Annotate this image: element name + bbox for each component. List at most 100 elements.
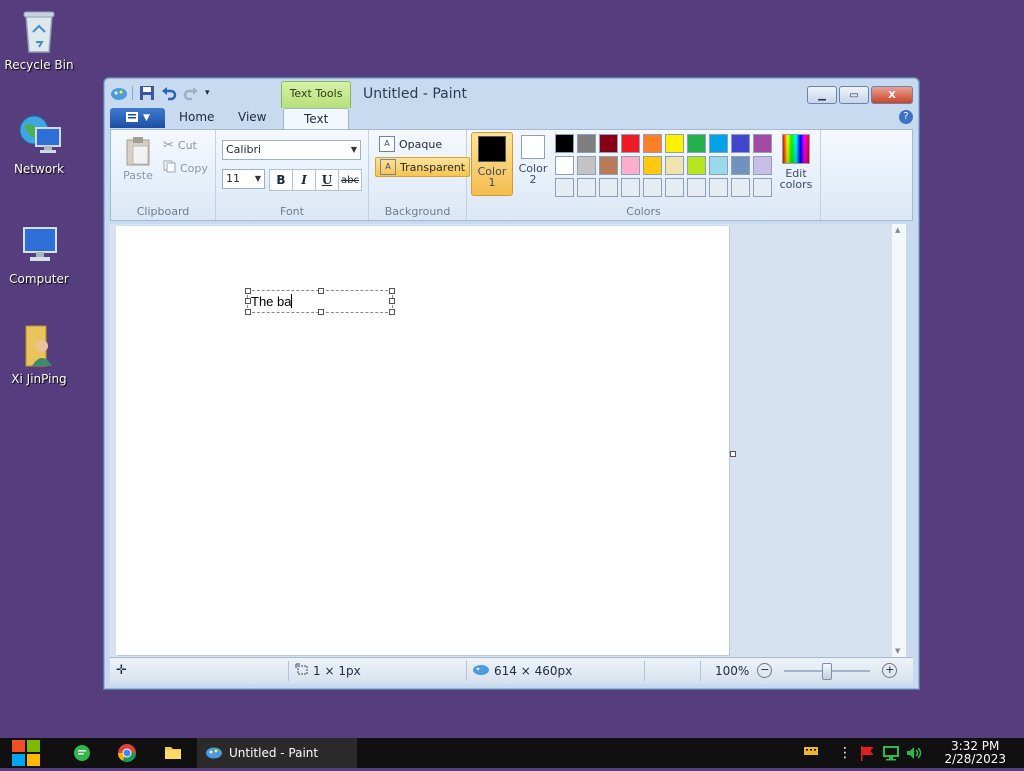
palette-swatch[interactable] <box>687 134 706 153</box>
font-size-chevron-down-icon: ▼ <box>254 174 261 183</box>
copy-button[interactable]: Copy <box>163 160 208 176</box>
keyboard-icon[interactable] <box>803 744 819 762</box>
help-icon[interactable]: ? <box>899 110 913 124</box>
palette-swatch[interactable] <box>665 178 684 197</box>
palette-swatch[interactable] <box>709 134 728 153</box>
more-options-icon[interactable]: ⋮ <box>838 744 852 762</box>
taskbar-app-chat[interactable] <box>72 743 92 763</box>
resize-handle[interactable] <box>389 309 395 315</box>
customize-qat-chevron-icon[interactable]: ▾ <box>205 85 221 101</box>
volume-icon[interactable] <box>905 744 923 762</box>
canvas-resize-handle[interactable] <box>730 451 736 457</box>
text-box[interactable]: The ba <box>245 288 395 315</box>
zoom-slider-thumb[interactable] <box>822 662 833 680</box>
desktop-icon-label: Recycle Bin <box>4 58 74 72</box>
drawing-canvas[interactable]: The ba <box>116 226 729 655</box>
undo-icon[interactable] <box>161 85 177 101</box>
status-divider <box>288 661 289 681</box>
underline-button[interactable]: U <box>315 169 339 191</box>
palette-swatch[interactable] <box>577 134 596 153</box>
resize-handle[interactable] <box>245 309 251 315</box>
palette-swatch[interactable] <box>731 134 750 153</box>
palette-swatch[interactable] <box>621 156 640 175</box>
start-button[interactable] <box>10 738 42 768</box>
palette-swatch[interactable] <box>555 134 574 153</box>
palette-swatch[interactable] <box>709 156 728 175</box>
paste-button[interactable]: Paste <box>119 136 157 182</box>
status-divider <box>700 661 701 681</box>
transparent-option[interactable]: A Transparent <box>375 157 471 177</box>
desktop-icon-computer[interactable]: Computer <box>4 222 74 286</box>
clock[interactable]: 3:32 PM 2/28/2023 <box>944 740 1006 766</box>
palette-swatch[interactable] <box>555 178 574 197</box>
palette-swatch[interactable] <box>621 178 640 197</box>
palette-swatch[interactable] <box>665 156 684 175</box>
palette-swatch[interactable] <box>643 156 662 175</box>
cut-button[interactable]: ✂ Cut <box>163 138 197 153</box>
palette-swatch[interactable] <box>599 178 618 197</box>
palette-swatch[interactable] <box>643 178 662 197</box>
bold-button[interactable]: B <box>269 169 293 191</box>
palette-swatch[interactable] <box>577 178 596 197</box>
paint-menu-button[interactable]: ▼ <box>110 108 165 128</box>
font-family-chevron-down-icon: ▼ <box>350 145 357 154</box>
font-family-select[interactable]: Calibri ▼ <box>222 140 361 160</box>
opaque-option[interactable]: A Opaque <box>375 135 446 153</box>
title-bar[interactable]: ▾ Text Tools Untitled - Paint ▁ ▭ X <box>104 78 919 108</box>
minimize-button[interactable]: ▁ <box>807 86 837 104</box>
color2-button[interactable]: Color 2 <box>515 132 551 194</box>
palette-swatch[interactable] <box>599 134 618 153</box>
recycle-bin-icon <box>16 8 62 54</box>
taskbar-task-paint[interactable]: Untitled - Paint <box>197 738 357 768</box>
edit-colors-button[interactable]: Edit colors <box>779 134 813 190</box>
palette-swatch[interactable] <box>577 156 596 175</box>
network-status-icon[interactable] <box>882 744 900 762</box>
desktop-icon-user-folder[interactable]: Xi JinPing <box>4 322 74 386</box>
resize-handle[interactable] <box>389 288 395 294</box>
scroll-down-icon[interactable]: ▼ <box>895 647 900 655</box>
palette-swatch[interactable] <box>753 178 772 197</box>
italic-button[interactable]: I <box>292 169 316 191</box>
tab-text[interactable]: Text <box>283 108 350 130</box>
save-icon[interactable] <box>139 85 155 101</box>
palette-swatch[interactable] <box>709 178 728 197</box>
close-button[interactable]: X <box>871 86 913 104</box>
palette-swatch[interactable] <box>731 178 750 197</box>
taskbar-app-chrome[interactable] <box>117 743 137 763</box>
palette-swatch[interactable] <box>665 134 684 153</box>
color1-swatch <box>478 136 506 162</box>
tab-view[interactable]: View <box>238 110 266 124</box>
palette-swatch[interactable] <box>731 156 750 175</box>
maximize-button[interactable]: ▭ <box>839 86 869 104</box>
vertical-scrollbar[interactable]: ▲ ▼ <box>892 224 906 657</box>
palette-swatch[interactable] <box>555 156 574 175</box>
palette-swatch[interactable] <box>753 134 772 153</box>
zoom-in-button[interactable]: + <box>882 663 898 678</box>
desktop-icon-network[interactable]: Network <box>4 112 74 176</box>
resize-handle[interactable] <box>318 309 324 315</box>
palette-swatch[interactable] <box>687 178 706 197</box>
resize-handle[interactable] <box>389 298 395 304</box>
scroll-up-icon[interactable]: ▲ <box>895 226 900 234</box>
color1-button[interactable]: Color 1 <box>471 132 513 196</box>
tab-home[interactable]: Home <box>179 110 214 124</box>
strikethrough-button[interactable]: abc <box>338 169 362 191</box>
taskbar-app-file-explorer[interactable] <box>163 743 183 763</box>
palette-swatch[interactable] <box>687 156 706 175</box>
zoom-out-button[interactable]: − <box>757 663 773 678</box>
action-center-flag-icon[interactable] <box>858 744 876 762</box>
palette-swatch[interactable] <box>643 134 662 153</box>
taskbar: Untitled - Paint ⋮ 3:32 PM 2/28/2023 <box>0 738 1024 768</box>
resize-handle[interactable] <box>318 288 324 294</box>
colors-group-title: Colors <box>626 205 661 218</box>
desktop-icon-recycle-bin[interactable]: Recycle Bin <box>4 8 74 72</box>
colors-group: Color 1 Color 2 Edit colors Colors <box>467 130 821 220</box>
palette-swatch[interactable] <box>599 156 618 175</box>
opaque-label: Opaque <box>399 137 443 151</box>
font-size-select[interactable]: 11 ▼ <box>222 169 265 189</box>
palette-swatch[interactable] <box>753 156 772 175</box>
palette-swatch[interactable] <box>621 134 640 153</box>
redo-icon[interactable] <box>183 85 199 101</box>
zoom-slider[interactable] <box>784 662 871 680</box>
paint-app-icon[interactable] <box>110 85 127 101</box>
